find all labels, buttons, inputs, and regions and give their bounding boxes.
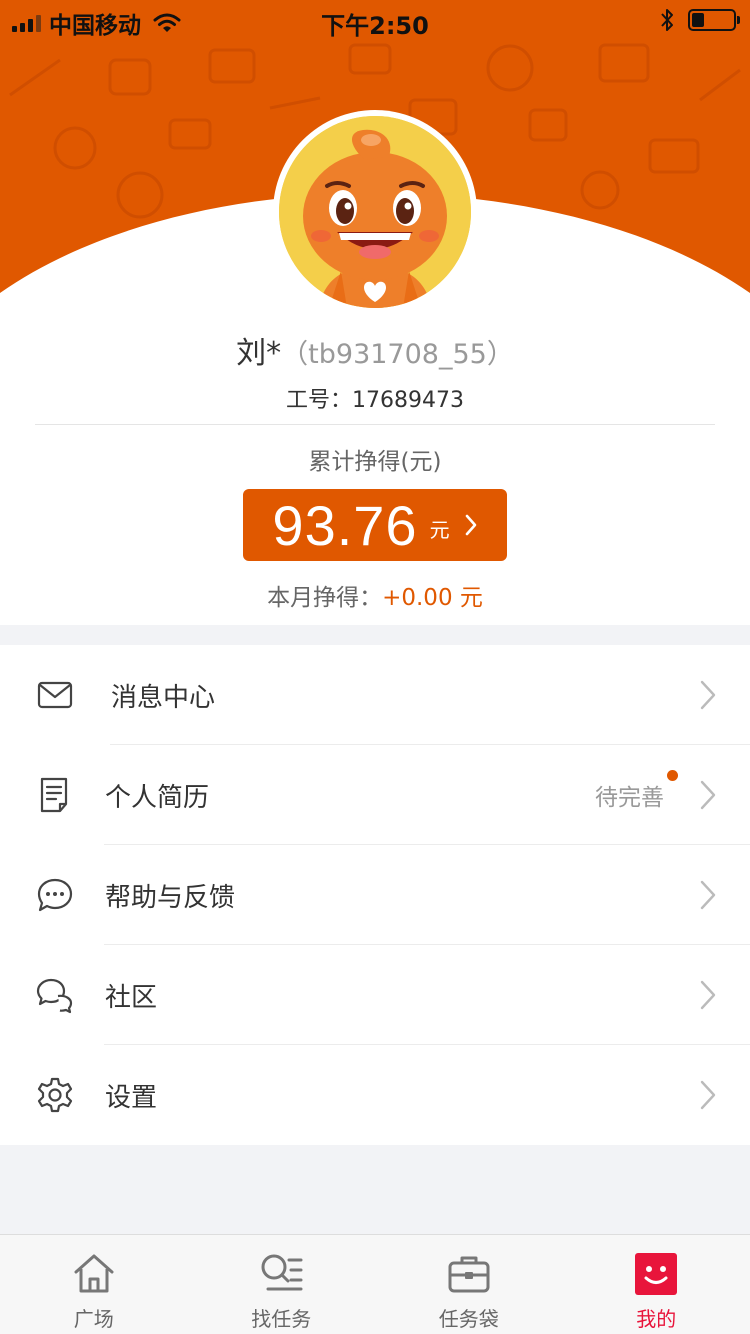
employee-id-value: 17689473	[352, 388, 464, 413]
tab-plaza[interactable]: 广场	[0, 1235, 188, 1334]
earnings-unit: 元	[429, 517, 450, 542]
earnings-amount: 93.76	[272, 493, 418, 557]
notification-dot	[667, 770, 678, 781]
status-bar: 中国移动 下午2:50	[0, 0, 750, 40]
menu-list: 消息中心 个人简历 待完善 帮助与反馈 社区 设置	[0, 645, 750, 1145]
user-id: （tb931708_55）	[281, 339, 514, 370]
tab-find-task[interactable]: 找任务	[188, 1235, 376, 1334]
chevron-right-icon	[700, 880, 716, 910]
search-list-icon	[261, 1254, 303, 1291]
tab-bar: 广场 找任务 任务袋 我的	[0, 1234, 750, 1334]
bluetooth-icon	[661, 9, 673, 31]
chevron-right-icon	[465, 514, 476, 536]
tab-label: 我的	[636, 1307, 677, 1331]
employee-id-line: 工号：17689473	[0, 382, 750, 414]
monthly-earnings: 本月挣得：+0.00 元	[0, 578, 750, 612]
tab-label: 广场	[73, 1307, 114, 1331]
chevron-right-icon	[700, 680, 716, 710]
monthly-value: +0.00 元	[382, 585, 483, 611]
profile-header: 刘*（tb931708_55） 工号：17689473 累计挣得(元) 93.7…	[0, 0, 750, 625]
gear-icon	[37, 1077, 73, 1113]
status-time: 下午2:50	[321, 12, 429, 40]
user-name: 刘*	[236, 336, 282, 371]
chat-bubble-icon	[37, 878, 73, 912]
resume-status: 待完善	[595, 785, 664, 811]
divider	[35, 424, 715, 425]
tab-label: 任务袋	[438, 1307, 499, 1331]
menu-item-settings[interactable]: 设置	[0, 1045, 750, 1145]
mascot-image	[279, 116, 471, 308]
menu-item-label: 消息中心	[111, 682, 216, 713]
monthly-label: 本月挣得：	[267, 585, 383, 611]
briefcase-icon	[448, 1256, 490, 1293]
menu-item-help[interactable]: 帮助与反馈	[0, 845, 750, 945]
tab-task-bag[interactable]: 任务袋	[375, 1235, 563, 1334]
menu-item-messages[interactable]: 消息中心	[0, 645, 750, 745]
menu-item-resume[interactable]: 个人简历 待完善	[0, 745, 750, 845]
battery-icon	[688, 9, 740, 31]
chevron-right-icon	[700, 1080, 716, 1110]
menu-item-label: 设置	[105, 1082, 158, 1113]
avatar[interactable]	[273, 110, 477, 314]
resume-icon	[40, 777, 68, 813]
tab-label: 找任务	[251, 1307, 312, 1331]
menu-item-label: 个人简历	[105, 782, 210, 813]
menu-item-label: 帮助与反馈	[105, 882, 236, 913]
employee-id-label: 工号：	[286, 388, 353, 413]
home-icon	[74, 1254, 114, 1293]
community-icon	[36, 978, 73, 1014]
chevron-right-icon	[700, 980, 716, 1010]
menu-item-label: 社区	[105, 982, 158, 1013]
menu-item-community[interactable]: 社区	[0, 945, 750, 1045]
user-name-line: 刘*（tb931708_55）	[0, 328, 750, 372]
tab-mine[interactable]: 我的	[563, 1235, 750, 1334]
mail-icon	[37, 681, 73, 709]
smiley-icon	[635, 1253, 678, 1295]
chevron-right-icon	[700, 780, 716, 810]
earnings-title: 累计挣得(元)	[308, 449, 442, 475]
total-earnings-button[interactable]: 93.76 元	[243, 489, 507, 561]
